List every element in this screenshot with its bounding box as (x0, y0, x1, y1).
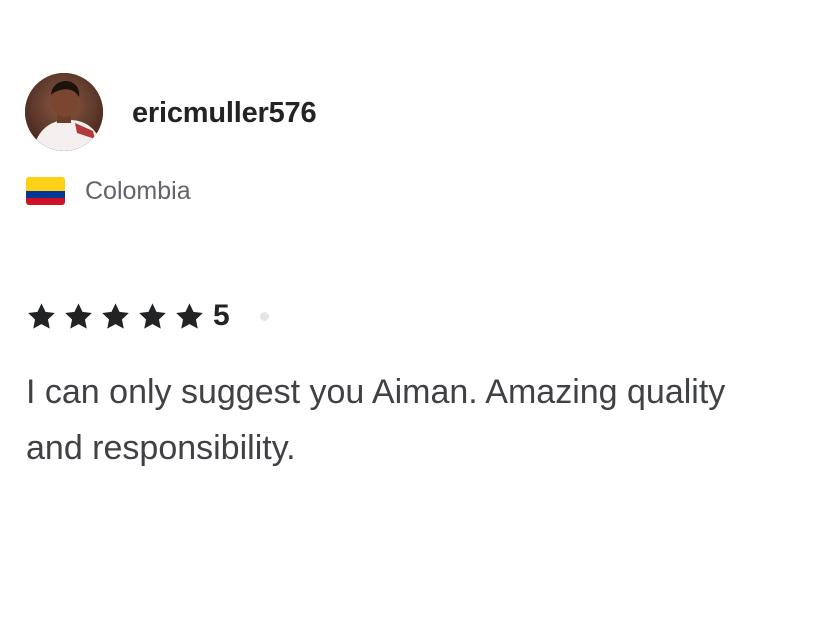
star-icon (176, 302, 203, 329)
country-row: Colombia (26, 174, 191, 208)
separator-dot (259, 311, 269, 321)
review-card: ericmuller576 Colombia 5 I can only sugg… (0, 0, 826, 620)
country-name: Colombia (85, 177, 191, 205)
avatar-photo-icon (25, 73, 103, 151)
rating-value: 5 (213, 299, 230, 332)
star-icon (102, 302, 129, 329)
star-icon (65, 302, 92, 329)
star-rating (26, 301, 211, 332)
colombia-flag-icon (26, 177, 65, 205)
user-avatar[interactable] (25, 73, 103, 151)
star-icon (139, 302, 166, 329)
rating-row: 5 (26, 296, 269, 336)
review-text: I can only suggest you Aiman. Amazing qu… (26, 373, 726, 467)
star-icon (28, 302, 55, 329)
username[interactable]: ericmuller576 (132, 94, 317, 132)
